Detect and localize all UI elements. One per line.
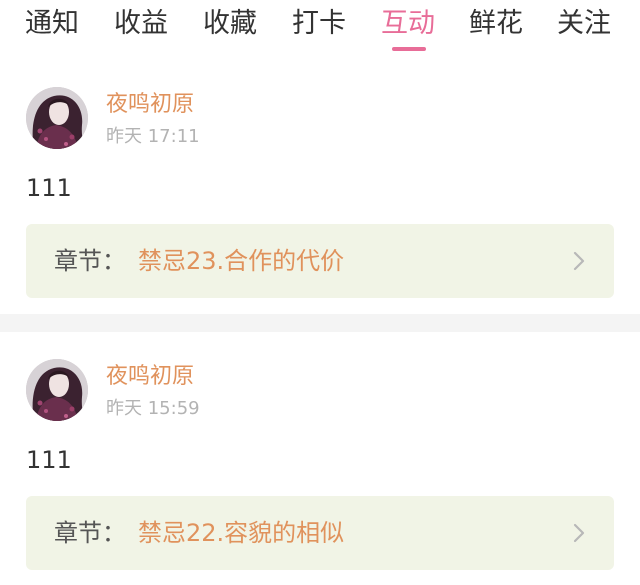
chapter-prefix: 章节： bbox=[54, 247, 126, 275]
comment-text: 111 bbox=[26, 174, 72, 202]
tab-checkin[interactable]: 打卡 bbox=[292, 6, 346, 42]
comment-text: 111 bbox=[26, 446, 72, 474]
comment-card: 夜鸣初原 昨天 15:59 111 章节： 禁忌22.容貌的相似 bbox=[0, 332, 640, 585]
avatar[interactable] bbox=[26, 87, 88, 149]
tab-flowers[interactable]: 鲜花 bbox=[469, 6, 523, 42]
avatar[interactable] bbox=[26, 359, 88, 421]
chapter-title: 禁忌23.合作的代价 bbox=[138, 247, 345, 275]
timestamp: 昨天 17:11 bbox=[106, 126, 200, 147]
chapter-prefix: 章节： bbox=[54, 519, 126, 547]
chevron-right-icon bbox=[573, 251, 585, 271]
chapter-link[interactable]: 章节： 禁忌22.容貌的相似 bbox=[26, 496, 614, 570]
chapter-title: 禁忌22.容貌的相似 bbox=[138, 519, 345, 547]
tab-following[interactable]: 关注 bbox=[557, 6, 611, 42]
active-tab-indicator bbox=[392, 47, 426, 51]
tab-favorites[interactable]: 收藏 bbox=[203, 6, 257, 42]
comment-card: 夜鸣初原 昨天 17:11 111 章节： 禁忌23.合作的代价 bbox=[0, 60, 640, 314]
username[interactable]: 夜鸣初原 bbox=[106, 362, 194, 392]
tab-notifications[interactable]: 通知 bbox=[25, 6, 79, 42]
tab-earnings[interactable]: 收益 bbox=[114, 6, 168, 42]
username[interactable]: 夜鸣初原 bbox=[106, 90, 194, 120]
tab-interaction[interactable]: 互动 bbox=[381, 6, 435, 42]
chapter-link[interactable]: 章节： 禁忌23.合作的代价 bbox=[26, 224, 614, 298]
section-divider bbox=[0, 314, 640, 332]
avatar-portrait-icon bbox=[26, 359, 88, 421]
tab-bar: 通知 收益 收藏 打卡 互动 鲜花 关注 bbox=[0, 0, 640, 56]
avatar-portrait-icon bbox=[26, 87, 88, 149]
chevron-right-icon bbox=[573, 523, 585, 543]
timestamp: 昨天 15:59 bbox=[106, 398, 200, 419]
